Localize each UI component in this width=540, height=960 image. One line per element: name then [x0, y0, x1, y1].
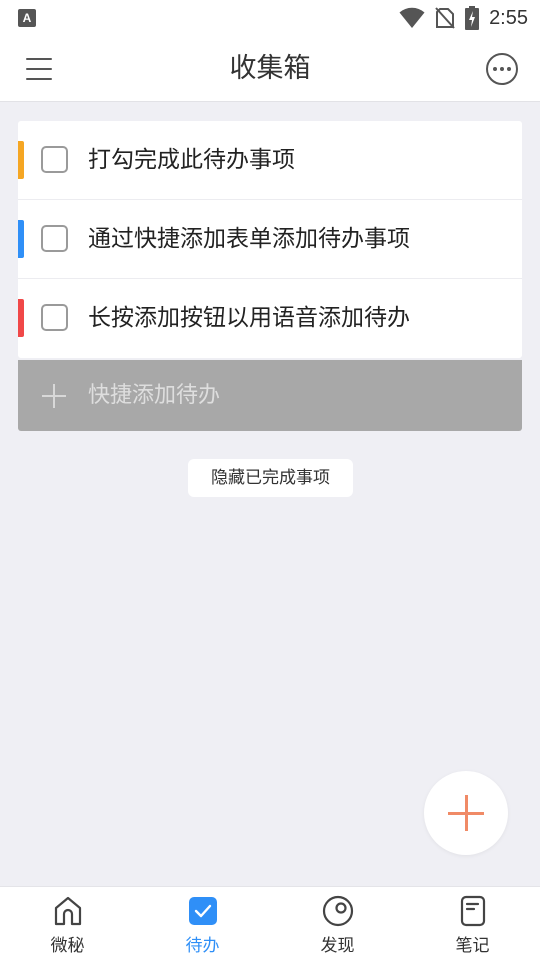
- todo-text: 打勾完成此待办事项: [88, 147, 295, 173]
- more-button[interactable]: [486, 53, 518, 85]
- tab-weimi[interactable]: 微秘: [0, 887, 135, 960]
- tab-notes[interactable]: 笔记: [405, 887, 540, 960]
- home-icon: [54, 896, 81, 926]
- note-icon: [460, 895, 485, 927]
- add-todo-fab[interactable]: [424, 771, 508, 855]
- priority-indicator: [18, 299, 24, 337]
- hide-completed-button[interactable]: 隐藏已完成事项: [188, 459, 353, 497]
- quick-add-input[interactable]: 快捷添加待办: [18, 360, 522, 431]
- status-bar: A 2:55: [0, 0, 540, 36]
- bottom-nav: 微秘 待办 发现 笔记: [0, 886, 540, 960]
- todo-checkbox[interactable]: [41, 225, 68, 252]
- plus-icon: [448, 795, 484, 831]
- menu-button[interactable]: [20, 52, 60, 86]
- todo-checkbox[interactable]: [41, 304, 68, 331]
- tab-label: 笔记: [455, 936, 490, 956]
- plus-icon: [42, 384, 66, 408]
- quick-add-placeholder: 快捷添加待办: [88, 383, 221, 408]
- tab-discover[interactable]: 发现: [270, 887, 405, 960]
- no-sim-icon: [435, 7, 455, 29]
- priority-indicator: [18, 220, 24, 258]
- todo-item[interactable]: 通过快捷添加表单添加待办事项: [18, 200, 522, 279]
- tab-todo[interactable]: 待办: [135, 887, 270, 960]
- todo-item[interactable]: 打勾完成此待办事项: [18, 121, 522, 200]
- priority-indicator: [18, 141, 24, 179]
- battery-charging-icon: [465, 6, 480, 30]
- more-icon-dot: [493, 67, 497, 71]
- menu-icon-line: [26, 78, 52, 80]
- menu-icon-line: [26, 68, 52, 70]
- todo-checkbox[interactable]: [41, 146, 68, 173]
- todo-text: 长按添加按钮以用语音添加待办: [88, 305, 410, 331]
- page-title: 收集箱: [229, 53, 311, 84]
- menu-icon-line: [26, 58, 52, 60]
- more-icon-dot: [500, 67, 504, 71]
- tab-label: 发现: [320, 936, 355, 956]
- more-icon-dot: [507, 67, 511, 71]
- tab-label: 待办: [185, 936, 220, 956]
- compass-icon: [322, 895, 353, 927]
- wifi-icon: [399, 7, 425, 29]
- tab-label: 微秘: [50, 936, 85, 956]
- status-right: 2:55: [399, 6, 528, 30]
- app-notification-icon: A: [18, 9, 36, 27]
- checkbox-icon: [188, 897, 217, 925]
- todo-text: 通过快捷添加表单添加待办事项: [88, 226, 410, 252]
- todo-item[interactable]: 长按添加按钮以用语音添加待办: [18, 279, 522, 358]
- todo-list: 打勾完成此待办事项 通过快捷添加表单添加待办事项 长按添加按钮以用语音添加待办: [18, 121, 522, 358]
- status-left: A: [18, 9, 36, 27]
- status-time: 2:55: [489, 6, 528, 29]
- app-bar: 收集箱: [0, 36, 540, 102]
